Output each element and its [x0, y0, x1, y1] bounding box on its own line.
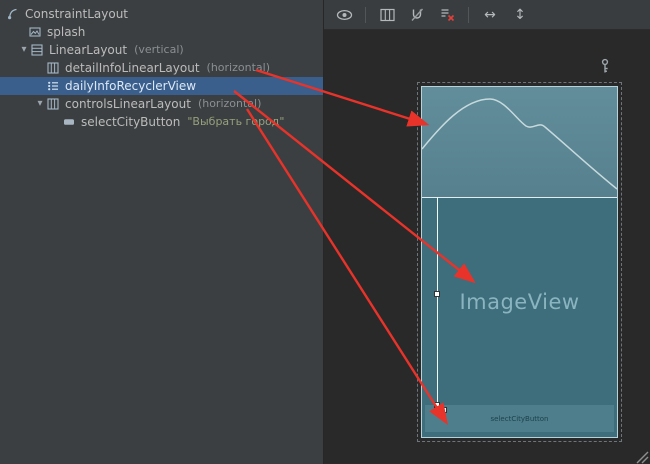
tree-item-dailyinforecyclerview[interactable]: dailyInfoRecyclerView: [0, 77, 323, 95]
tree-item-label: splash: [47, 23, 85, 41]
tree-item-annotation: (vertical): [134, 41, 184, 59]
tree-item-splash[interactable]: splash: [0, 23, 323, 41]
view-options-button[interactable]: [335, 6, 353, 24]
tree-item-linearlayout[interactable]: ▾ LinearLayout (vertical): [0, 41, 323, 59]
eye-icon: [336, 8, 353, 22]
imageview-label: ImageView: [459, 290, 579, 314]
temperature-curve: [422, 87, 617, 197]
clear-constraints-button[interactable]: [438, 6, 456, 24]
component-tree-panel: ConstraintLayout splash ▾ LinearLayout (…: [0, 0, 323, 464]
tree-item-constraintlayout[interactable]: ConstraintLayout: [0, 5, 323, 23]
linear-layout-horizontal-icon: [46, 98, 59, 111]
preview-detail-info-graph[interactable]: [422, 87, 617, 197]
tree-item-detailinfolinearlayout[interactable]: detailInfoLinearLayout (horizontal): [0, 59, 323, 77]
tree-item-label: selectCityButton: [81, 113, 180, 131]
chevron-down-icon[interactable]: ▾: [18, 41, 30, 59]
button-icon: [62, 116, 75, 129]
device-preview[interactable]: ImageView selectCityButton: [421, 86, 618, 438]
recycler-view-icon: [46, 80, 59, 93]
selection-handle[interactable]: [434, 402, 440, 408]
blueprint-mode-button[interactable]: [378, 6, 396, 24]
select-city-button-label: selectCityButton: [491, 415, 549, 423]
design-area: ↔ ↕ ImageView: [323, 0, 650, 464]
selection-handle[interactable]: [441, 407, 447, 413]
magnet-off-icon: [409, 7, 425, 22]
key-icon[interactable]: [598, 58, 612, 74]
tree-item-label: detailInfoLinearLayout: [65, 59, 200, 77]
autoconnect-button[interactable]: [408, 6, 426, 24]
image-icon: [28, 26, 41, 39]
tree-item-annotation: (horizontal): [207, 59, 270, 77]
horizontal-arrows-icon: ↔: [484, 6, 496, 24]
window-resize-grip[interactable]: [635, 449, 649, 463]
blueprint-icon: [380, 8, 395, 22]
tree-item-text-value: "Выбрать город": [187, 113, 284, 131]
selection-handle[interactable]: [434, 291, 440, 297]
constraint-layout-icon: [6, 8, 19, 21]
design-toolbar: ↔ ↕: [324, 0, 650, 30]
toolbar-divider: [468, 7, 469, 23]
vertical-arrows-icon: ↕: [514, 6, 526, 24]
linear-layout-vertical-icon: [30, 44, 43, 57]
default-margins-vertical-button[interactable]: ↕: [511, 6, 529, 24]
tree-item-label: dailyInfoRecyclerView: [65, 77, 196, 95]
preview-controls-bar[interactable]: selectCityButton: [425, 405, 614, 432]
clear-constraints-icon: [439, 7, 455, 22]
tree-item-annotation: (horizontal): [198, 95, 261, 113]
default-margins-horizontal-button[interactable]: ↔: [481, 6, 499, 24]
tree-item-label: ConstraintLayout: [25, 5, 128, 23]
tree-item-controlslinearlayout[interactable]: ▾ controlsLinearLayout (horizontal): [0, 95, 323, 113]
linear-layout-horizontal-icon: [46, 62, 59, 75]
android-studio-layout-editor: ConstraintLayout splash ▾ LinearLayout (…: [0, 0, 650, 464]
tree-item-label: controlsLinearLayout: [65, 95, 191, 113]
design-surface[interactable]: ImageView selectCityButton: [324, 30, 650, 463]
tree-item-selectcitybutton[interactable]: selectCityButton "Выбрать город": [0, 113, 323, 131]
preview-imageview[interactable]: ImageView: [422, 198, 617, 405]
toolbar-divider: [365, 7, 366, 23]
chevron-down-icon[interactable]: ▾: [34, 95, 46, 113]
tree-item-label: LinearLayout: [49, 41, 127, 59]
